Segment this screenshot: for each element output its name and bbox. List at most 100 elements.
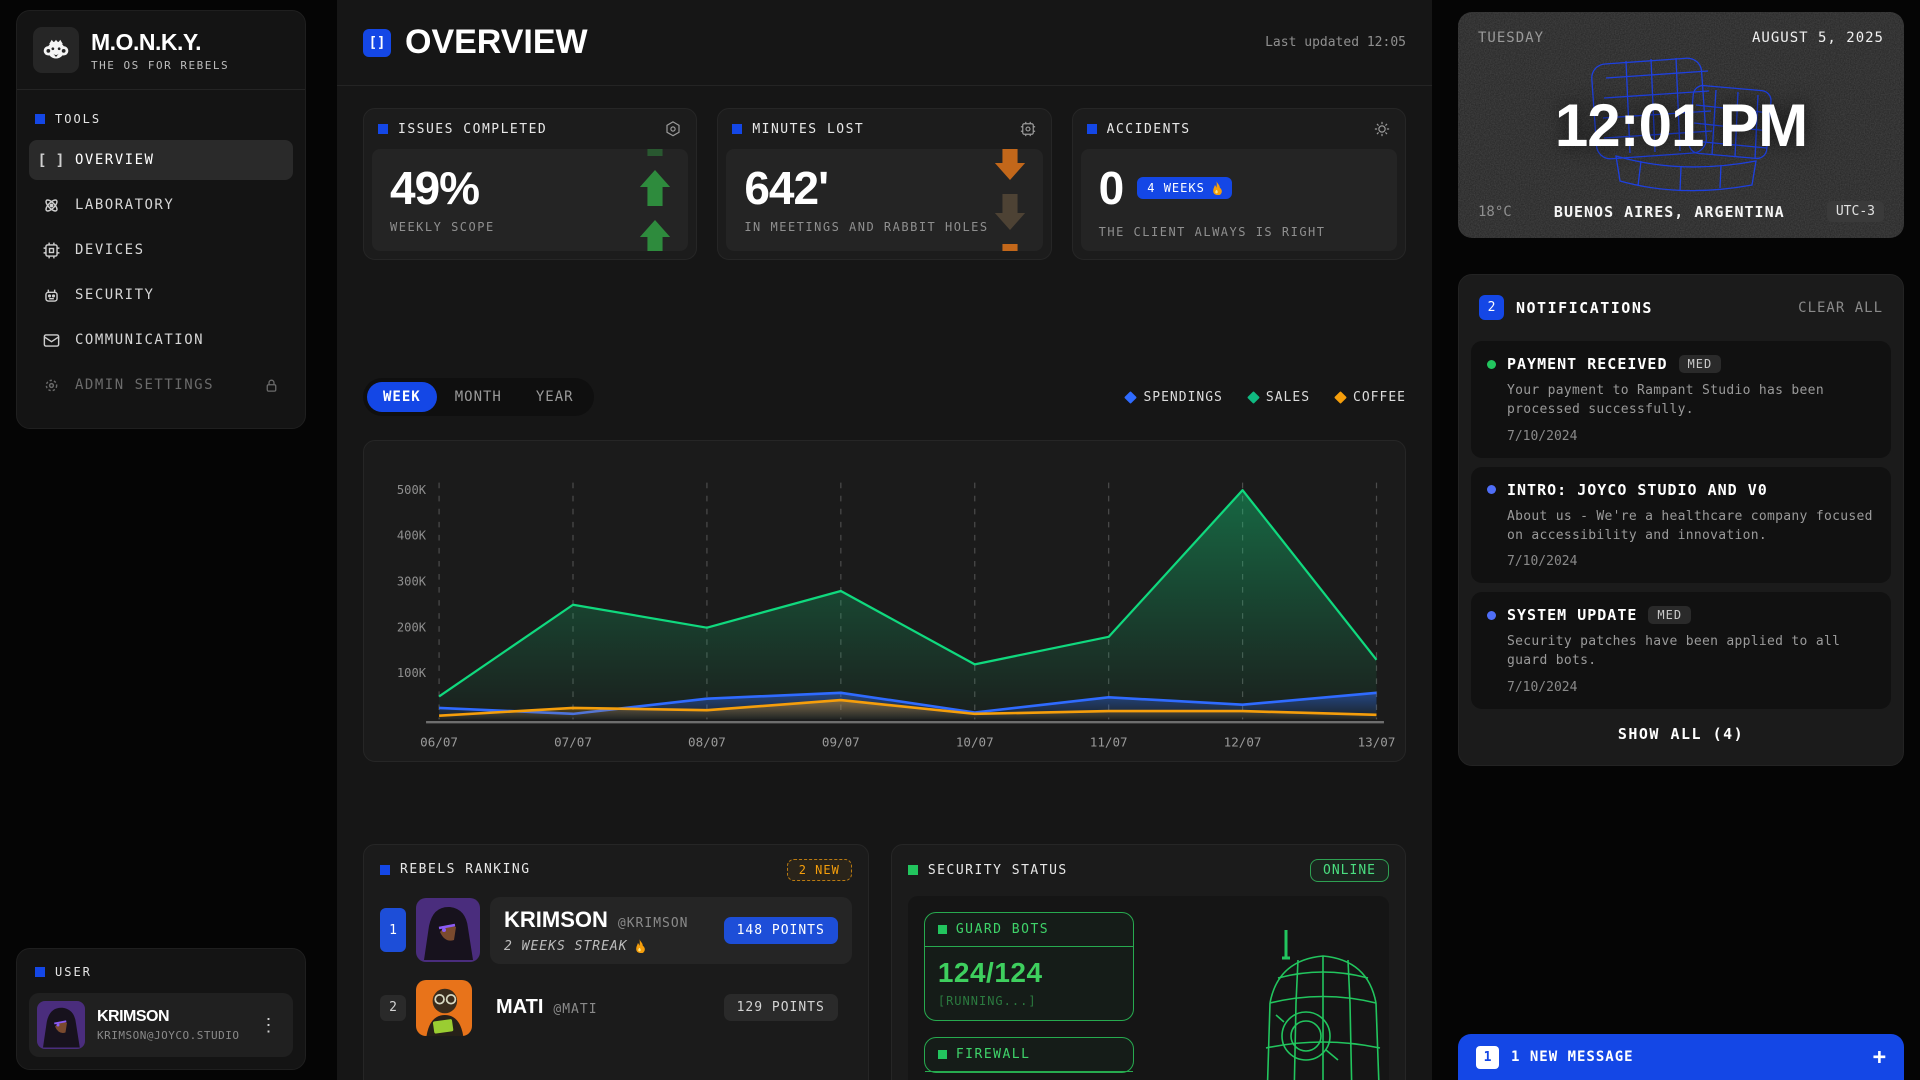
avatar [37, 1001, 85, 1049]
svg-text:10/07: 10/07 [956, 734, 994, 749]
chart-section: WEEK MONTH YEAR SPENDINGS SALES [363, 378, 1406, 762]
trend-down-arrows-icon [993, 149, 1027, 251]
section-bullet [35, 967, 45, 977]
last-updated: Last updated 12:05 [1265, 35, 1406, 50]
user-email: KRIMSON@JOYCO.STUDIO [97, 1029, 239, 1042]
status-dot [1487, 611, 1496, 620]
avatar [416, 898, 480, 962]
stat-title: MINUTES LOST [752, 122, 864, 137]
message-text: 1 NEW MESSAGE [1511, 1049, 1634, 1065]
user-profile[interactable]: KRIMSON KRIMSON@JOYCO.STUDIO ⋮ [29, 993, 293, 1057]
sun-settings-icon[interactable] [1373, 120, 1391, 138]
ranking-row-1[interactable]: 1 KRIMSON [380, 897, 852, 964]
rank-name: MATI [496, 996, 543, 1019]
user-card: USER KRIMSON KRIMSON@JOYCO.STUDIO ⋮ [16, 948, 306, 1070]
logo-row: M.O.N.K.Y. THE OS FOR REBELS [17, 11, 305, 90]
flame-icon [1211, 181, 1222, 195]
rank-points-badge: 129 POINTS [724, 994, 838, 1021]
status-dot [1487, 360, 1496, 369]
stat-caption: WEEKLY SCOPE [390, 220, 670, 234]
overview-brackets-icon: [] [363, 29, 391, 57]
plus-icon[interactable]: + [1873, 1045, 1886, 1070]
clock-location: BUENOS AIRES, ARGENTINA [1554, 203, 1785, 221]
guard-bots-state: [RUNNING...] [938, 994, 1120, 1008]
stat-title: ISSUES COMPLETED [398, 122, 547, 137]
notification-intro[interactable]: INTRO: JOYCO STUDIO AND V0 About us - We… [1471, 467, 1891, 584]
ranking-row-2[interactable]: 2 MATI @MA [380, 980, 852, 1036]
brackets-icon: [ ] [41, 150, 61, 170]
right-sidebar: TUESDAY AUGUST 5, 2025 12:01 PM 18°C BUE… [1458, 0, 1920, 1080]
clear-all-button[interactable]: CLEAR ALL [1798, 300, 1883, 316]
diamond-icon [1247, 391, 1260, 404]
new-message-bar[interactable]: 1 1 NEW MESSAGE + [1458, 1034, 1904, 1080]
svg-text:300K: 300K [397, 575, 427, 589]
notification-body: Security patches have been applied to al… [1507, 633, 1875, 671]
rebels-ranking-card: REBELS RANKING 2 NEW 1 [363, 844, 869, 1080]
mail-icon [41, 330, 61, 350]
flame-icon [634, 939, 645, 953]
rank-points-badge: 148 POINTS [724, 917, 838, 944]
lock-icon [261, 375, 281, 395]
level-badge: MED [1679, 355, 1722, 373]
tab-year[interactable]: YEAR [520, 382, 590, 412]
rank-name: KRIMSON [504, 907, 608, 933]
user-section-label: USER [29, 961, 293, 987]
svg-text:500K: 500K [397, 483, 427, 497]
notification-payment-received[interactable]: PAYMENT RECEIVED MED Your payment to Ram… [1471, 341, 1891, 458]
stat-caption: THE CLIENT ALWAYS IS RIGHT [1099, 225, 1379, 239]
avatar [416, 980, 472, 1036]
notification-date: 7/10/2024 [1507, 554, 1875, 569]
guard-bots-count: 124/124 [938, 957, 1120, 989]
clock-temperature: 18°C [1478, 204, 1512, 220]
tools-section-label: TOOLS [29, 104, 293, 140]
svg-text:12/07: 12/07 [1224, 734, 1262, 749]
sidebar-item-security[interactable]: SECURITY [29, 275, 293, 315]
ranking-title: REBELS RANKING [400, 862, 531, 877]
svg-text:11/07: 11/07 [1090, 734, 1128, 749]
sidebar-item-admin-settings[interactable]: ADMIN SETTINGS [29, 365, 293, 405]
module-bullet [938, 925, 947, 934]
chip-icon [41, 240, 61, 260]
page-title: OVERVIEW [405, 23, 588, 62]
monkey-logo-icon [33, 27, 79, 73]
notification-body: Your payment to Rampant Studio has been … [1507, 382, 1875, 420]
card-bullet [380, 865, 390, 875]
show-all-button[interactable]: SHOW ALL (4) [1471, 709, 1891, 753]
svg-text:400K: 400K [397, 529, 427, 543]
sidebar-item-devices[interactable]: DEVICES [29, 230, 293, 270]
atom-icon [41, 195, 61, 215]
rank-streak: 2 WEEKS STREAK [504, 939, 689, 954]
security-title: SECURITY STATUS [928, 863, 1068, 878]
ranking-new-badge: 2 NEW [787, 859, 852, 881]
chip-settings-icon[interactable] [1019, 120, 1037, 138]
card-bullet [908, 865, 918, 875]
left-sidebar: M.O.N.K.Y. THE OS FOR REBELS TOOLS [ ] O… [0, 0, 306, 1080]
user-menu-dots-icon[interactable]: ⋮ [251, 1015, 285, 1036]
tab-month[interactable]: MONTH [439, 382, 518, 412]
notification-date: 7/10/2024 [1507, 680, 1875, 695]
accidents-streak-badge: 4 WEEKS [1137, 177, 1232, 199]
security-status-card: SECURITY STATUS ONLINE GUARD BOTS 124/12… [891, 844, 1406, 1080]
app-subtitle: THE OS FOR REBELS [91, 59, 229, 72]
stat-card-issues-completed: ISSUES COMPLETED 49% WEEKLY SCOPE [363, 108, 697, 260]
notification-date: 7/10/2024 [1507, 429, 1875, 444]
sidebar-item-communication[interactable]: COMMUNICATION [29, 320, 293, 360]
guard-bots-module: GUARD BOTS 124/124 [RUNNING...] [924, 912, 1134, 1021]
notification-system-update[interactable]: SYSTEM UPDATE MED Security patches have … [1471, 592, 1891, 709]
stat-value: 642' [744, 165, 1024, 211]
tab-week[interactable]: WEEK [367, 382, 437, 412]
chart-range-tabs: WEEK MONTH YEAR [363, 378, 594, 416]
stat-value: 49% [390, 165, 670, 211]
online-badge: ONLINE [1310, 859, 1389, 882]
clock-time: 12:01 PM [1555, 91, 1807, 160]
hex-settings-icon[interactable] [664, 120, 682, 138]
rank-badge: 2 [380, 995, 406, 1021]
main-panel: [] OVERVIEW Last updated 12:05 ISSUES CO… [337, 0, 1432, 1080]
sidebar-item-overview[interactable]: [ ] OVERVIEW [29, 140, 293, 180]
notifications-panel: 2 NOTIFICATIONS CLEAR ALL PAYMENT RECEIV… [1458, 274, 1904, 766]
level-badge: MED [1648, 606, 1691, 624]
sidebar-item-laboratory[interactable]: LABORATORY [29, 185, 293, 225]
svg-text:07/07: 07/07 [554, 734, 592, 749]
rank-handle: @KRIMSON [618, 916, 689, 931]
svg-text:13/07: 13/07 [1358, 734, 1396, 749]
